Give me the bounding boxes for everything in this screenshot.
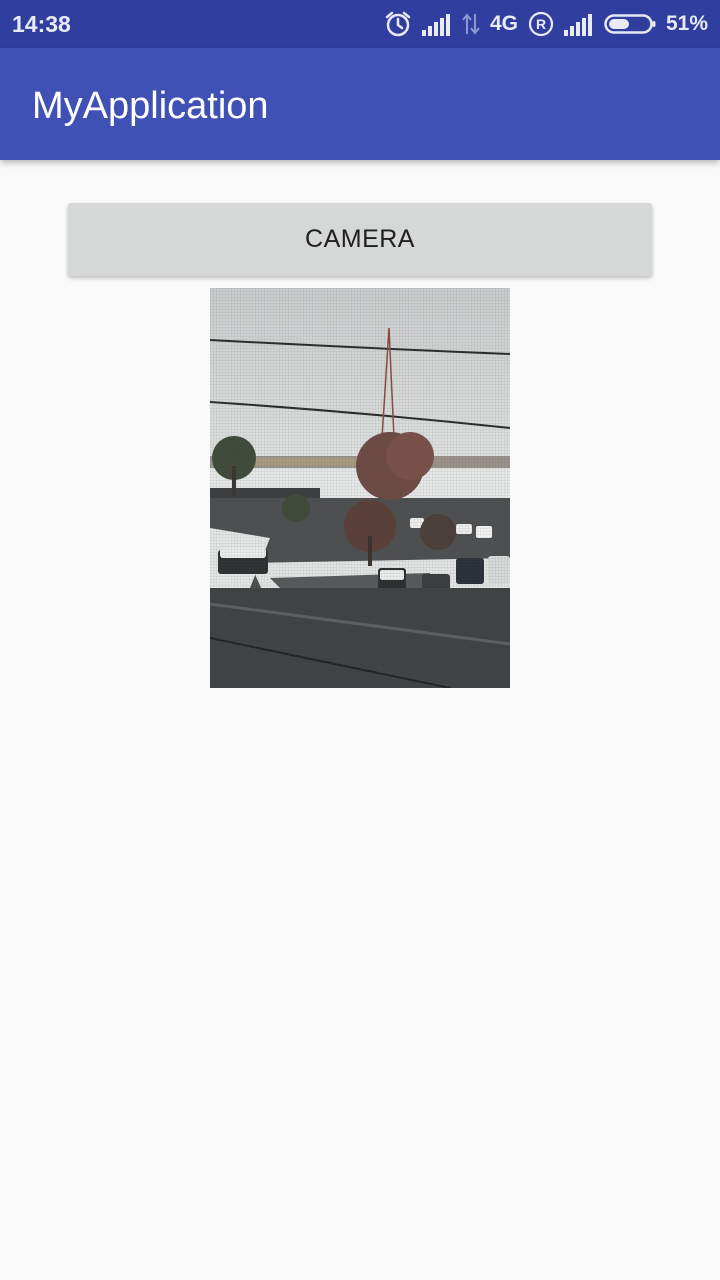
status-bar: 14:38 4G R 51%: [0, 0, 720, 48]
status-time: 14:38: [12, 11, 71, 37]
camera-button[interactable]: CAMERA: [68, 203, 652, 276]
battery-percent: 51%: [665, 12, 708, 35]
alarm-icon: [384, 10, 412, 38]
data-transfer-icon: [462, 12, 480, 36]
app-title: MyApplication: [32, 85, 269, 127]
status-icons: 4G R 51%: [374, 0, 708, 48]
signal-icon: [421, 12, 452, 36]
svg-text:R: R: [536, 16, 546, 32]
network-type-label: 4G: [489, 12, 518, 35]
signal-icon: [563, 12, 594, 36]
captured-photo: [210, 288, 510, 688]
battery-icon: [604, 12, 656, 36]
roaming-icon: R: [528, 11, 554, 37]
app-bar: MyApplication: [0, 48, 720, 160]
